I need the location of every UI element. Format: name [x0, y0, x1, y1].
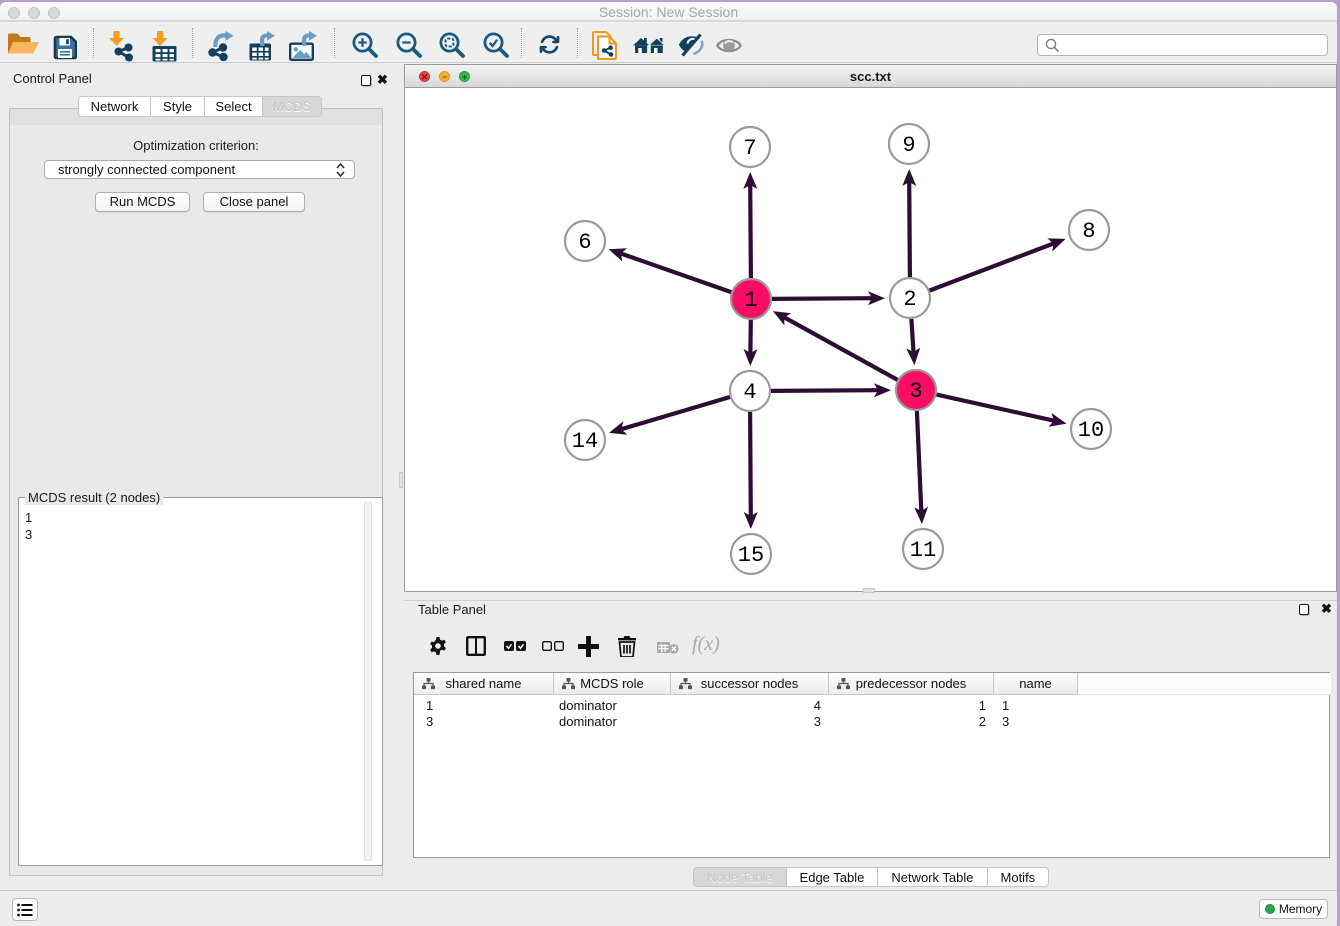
svg-text:7: 7: [743, 136, 756, 161]
svg-text:15: 15: [738, 543, 764, 568]
svg-text:11: 11: [910, 538, 936, 563]
svg-text:9: 9: [902, 133, 915, 158]
svg-text:6: 6: [578, 230, 591, 255]
svg-text:1: 1: [744, 288, 757, 313]
svg-text:14: 14: [572, 429, 598, 454]
svg-text:4: 4: [743, 380, 756, 405]
svg-text:8: 8: [1082, 219, 1095, 244]
svg-text:2: 2: [903, 287, 916, 312]
svg-text:10: 10: [1078, 418, 1104, 443]
svg-text:3: 3: [909, 379, 922, 404]
